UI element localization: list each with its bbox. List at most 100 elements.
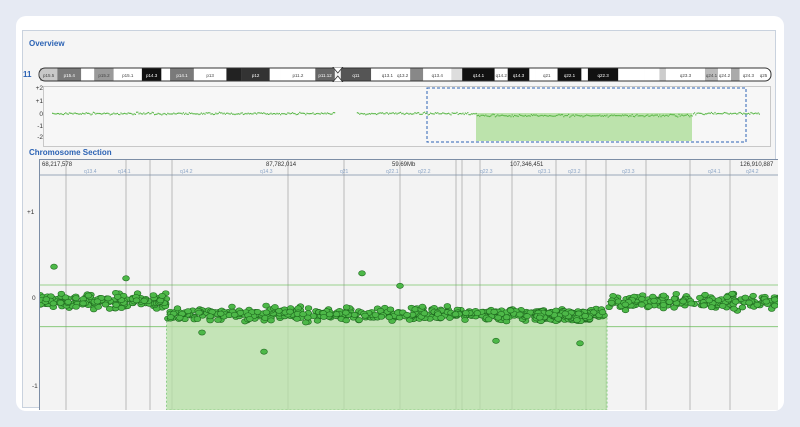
overview-point bbox=[79, 113, 81, 115]
overview-point bbox=[702, 113, 704, 115]
overview-point bbox=[384, 113, 386, 115]
overview-point bbox=[461, 113, 463, 115]
overview-point bbox=[254, 112, 256, 114]
overview-point bbox=[450, 114, 452, 116]
overview-point bbox=[419, 113, 421, 115]
overview-point bbox=[548, 115, 550, 117]
ideogram-band-label: p15.4 bbox=[64, 73, 76, 78]
overview-point bbox=[198, 113, 200, 116]
ideogram-band-label: p12 bbox=[252, 73, 260, 78]
overview-point bbox=[208, 112, 210, 114]
overview-point bbox=[456, 111, 458, 114]
overview-point bbox=[296, 113, 298, 116]
probe-point bbox=[49, 300, 58, 307]
overview-point bbox=[241, 112, 243, 114]
chromosome-number: 11 bbox=[23, 70, 32, 79]
overview-point bbox=[379, 112, 381, 114]
overview-point bbox=[684, 114, 686, 116]
overview-point bbox=[377, 113, 379, 115]
probe-point bbox=[576, 340, 584, 347]
overview-point bbox=[245, 112, 247, 115]
overview-point bbox=[289, 113, 291, 115]
chromosome-section-title: Chromosome Section bbox=[29, 148, 112, 157]
overview-point bbox=[542, 115, 544, 117]
overview-point bbox=[232, 113, 234, 115]
overview-point bbox=[247, 112, 249, 114]
overview-point bbox=[649, 115, 651, 117]
overview-point bbox=[280, 114, 282, 116]
overview-point bbox=[211, 113, 213, 115]
probe-point bbox=[286, 308, 294, 315]
band-label: q23.3 bbox=[622, 169, 635, 175]
overview-point bbox=[688, 114, 690, 117]
overview-point bbox=[295, 114, 297, 116]
overview-point bbox=[194, 113, 196, 115]
overview-point bbox=[431, 113, 433, 115]
probe-point bbox=[707, 304, 716, 311]
overview-point bbox=[410, 113, 412, 115]
overview-point bbox=[325, 113, 327, 115]
probe-point bbox=[149, 292, 158, 299]
overview-point bbox=[175, 113, 177, 115]
overview-point bbox=[235, 113, 237, 115]
overview-point bbox=[474, 113, 476, 115]
probe-point bbox=[332, 311, 341, 318]
probe-point bbox=[687, 300, 695, 307]
overview-point bbox=[744, 113, 746, 115]
overview-point bbox=[132, 114, 134, 116]
overview-point bbox=[606, 114, 608, 116]
overview-point bbox=[161, 114, 163, 116]
overview-point bbox=[362, 113, 364, 115]
ideogram-band bbox=[644, 68, 660, 81]
overview-point bbox=[611, 114, 613, 116]
overview-point bbox=[654, 114, 656, 116]
viewer-window: Overview 11 p15.5 p15.4 p15.2 p15.1 p14.3 p14… bbox=[22, 30, 778, 410]
overview-point bbox=[221, 112, 223, 114]
chromosome-section-plot[interactable]: 68,217,578 87,782,014 59.69Mb 107,346,451 12… bbox=[39, 159, 778, 410]
overview-point bbox=[690, 114, 692, 117]
overview-point bbox=[515, 115, 517, 117]
overview-point bbox=[322, 112, 324, 115]
ideogram-band bbox=[730, 68, 740, 81]
overview-point bbox=[526, 115, 528, 117]
probe-point bbox=[93, 298, 102, 305]
overview-point bbox=[490, 115, 492, 117]
overview-point bbox=[748, 112, 750, 114]
section-y-tick: 0 bbox=[32, 295, 36, 302]
overview-point bbox=[371, 112, 373, 114]
overview-point bbox=[106, 112, 108, 114]
overview-point bbox=[475, 112, 477, 115]
overview-point bbox=[522, 115, 524, 117]
overview-point bbox=[588, 115, 590, 117]
overview-point bbox=[263, 112, 265, 114]
overview-point bbox=[650, 114, 652, 116]
overview-point bbox=[630, 115, 632, 117]
overview-point bbox=[108, 113, 110, 115]
overview-point bbox=[216, 113, 218, 115]
overview-plot[interactable] bbox=[43, 86, 771, 147]
overview-point bbox=[433, 113, 435, 115]
overview-point bbox=[439, 113, 441, 115]
overview-point bbox=[757, 112, 759, 114]
band-label: q22.3 bbox=[480, 169, 493, 175]
ideogram-band bbox=[226, 68, 242, 81]
probe-point bbox=[56, 299, 65, 306]
overview-point bbox=[138, 113, 140, 115]
overview-point bbox=[665, 114, 667, 116]
probe-point bbox=[502, 314, 511, 321]
overview-point bbox=[620, 115, 622, 117]
overview-point bbox=[434, 112, 436, 114]
position-label: 107,346,451 bbox=[510, 162, 544, 168]
overview-point bbox=[210, 113, 212, 115]
overview-plot-canvas bbox=[52, 87, 760, 143]
overview-point bbox=[698, 112, 700, 114]
overview-point bbox=[527, 115, 529, 117]
probe-point bbox=[420, 310, 429, 317]
overview-point bbox=[733, 112, 735, 114]
chromosome-ideogram[interactable]: p15.5 p15.4 p15.2 p15.1 p14.3 p14.1 p13 p12 p11.… bbox=[32, 67, 772, 82]
overview-point bbox=[728, 113, 730, 115]
overview-y-tick: -1 bbox=[37, 123, 43, 130]
overview-point bbox=[131, 113, 133, 115]
overview-point bbox=[637, 115, 639, 117]
overview-point bbox=[671, 113, 673, 116]
